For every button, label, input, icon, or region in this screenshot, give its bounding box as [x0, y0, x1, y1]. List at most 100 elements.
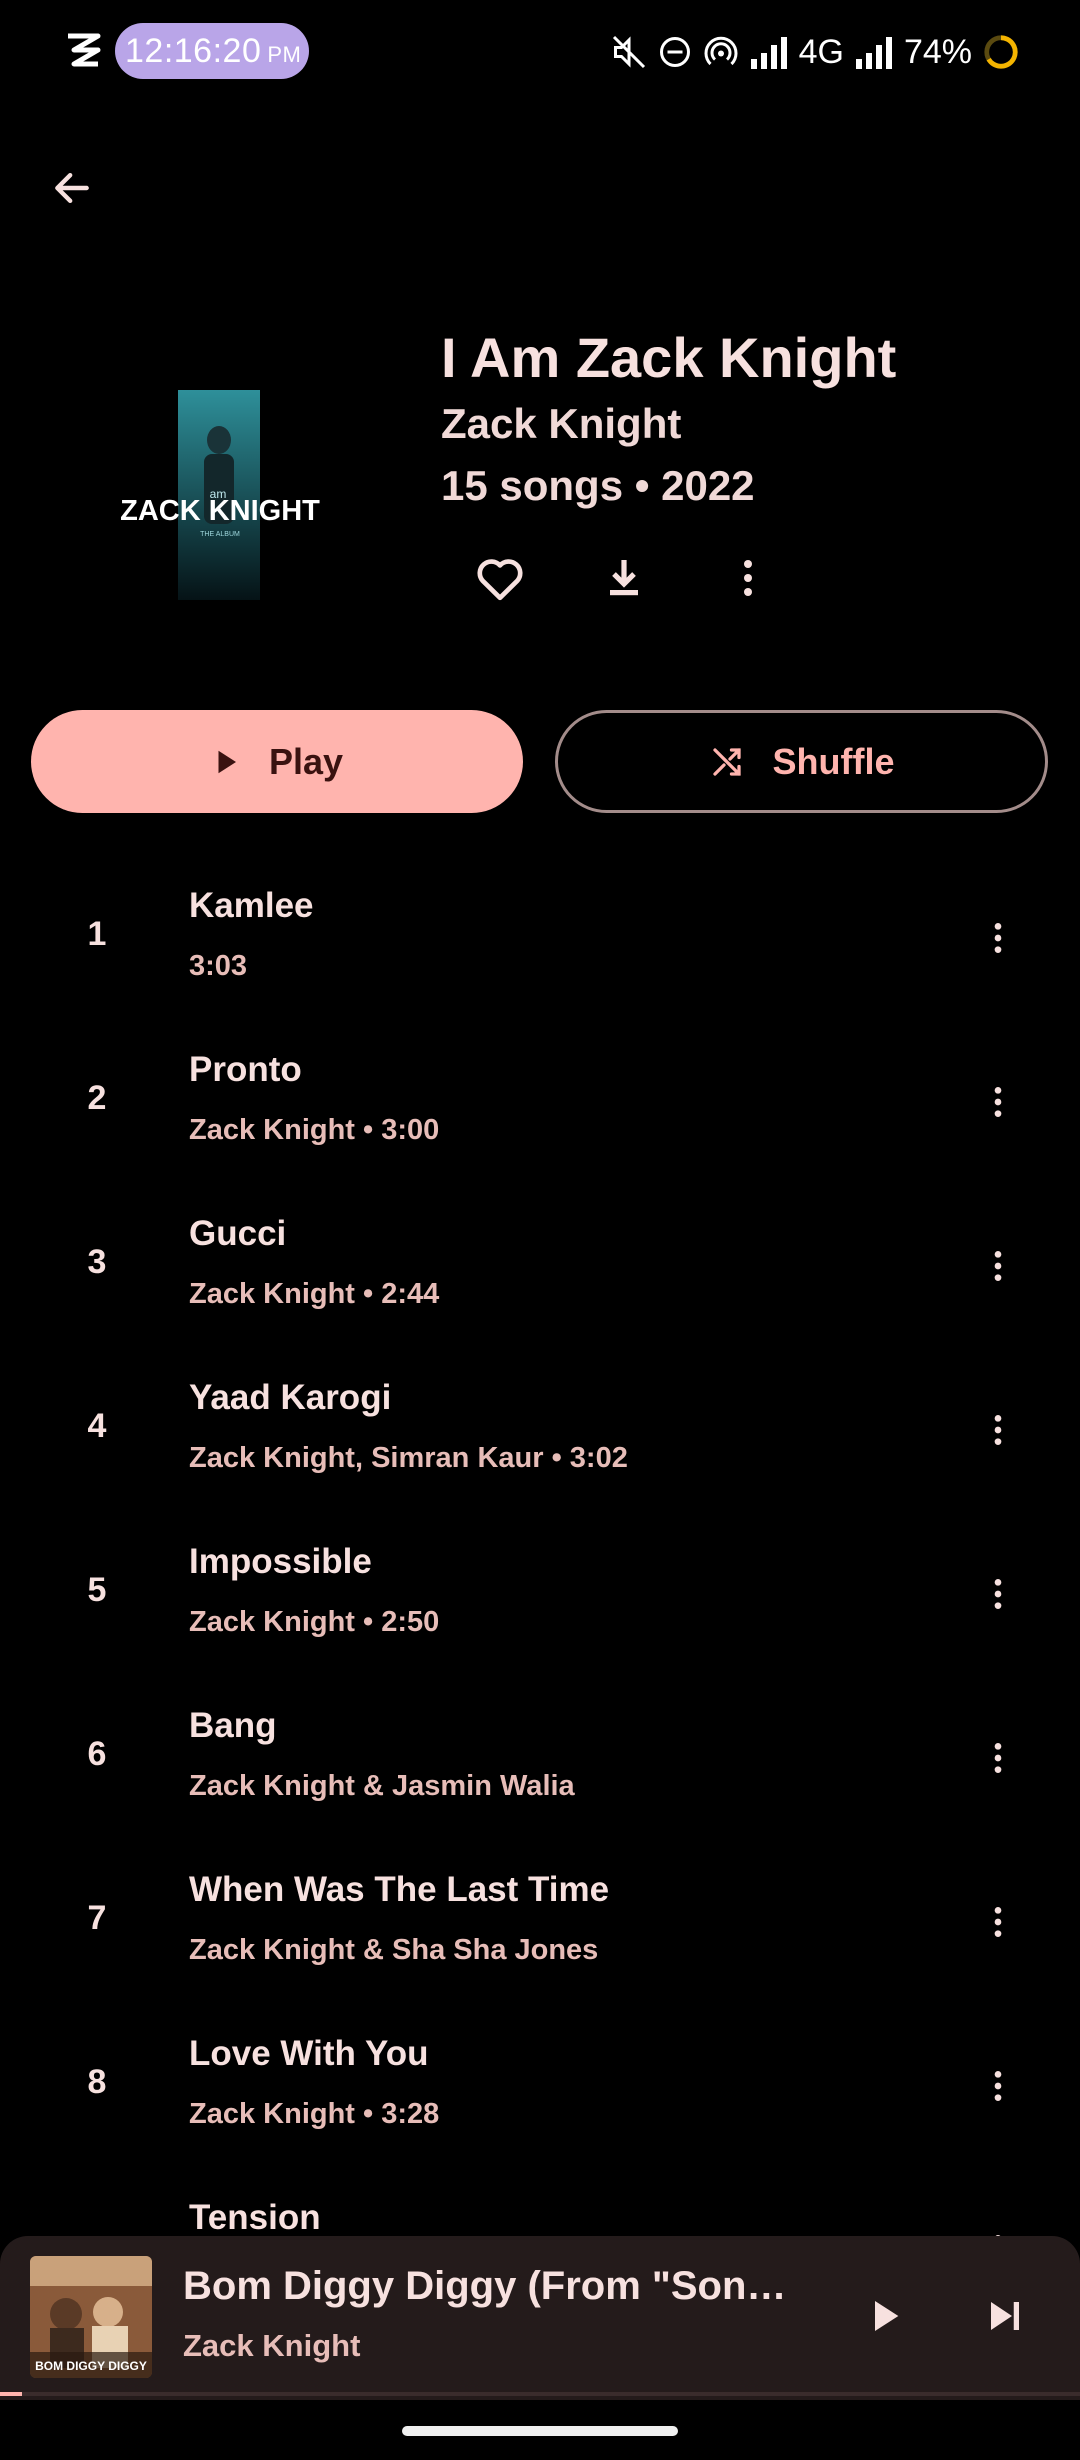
shuffle-icon	[712, 747, 741, 776]
mini-player-progress[interactable]	[0, 2392, 1080, 2396]
signal-icon-2	[855, 37, 892, 69]
track-more-button[interactable]	[970, 2220, 1026, 2236]
track-list: 1 Kamlee 3:03 2 Pronto Zack Knight • 3:0…	[0, 856, 1080, 2236]
track-title: Tension	[189, 2198, 321, 2236]
more-vert-icon	[744, 560, 752, 596]
mini-art-image: BOM DIGGY DIGGY	[30, 2256, 152, 2378]
more-vert-icon	[994, 2071, 1002, 2101]
track-subtitle: Zack Knight, Simran Kaur • 3:02	[189, 1442, 628, 1474]
shuffle-button[interactable]: Shuffle	[555, 710, 1048, 813]
track-row[interactable]: 7 When Was The Last Time Zack Knight & S…	[0, 1840, 1080, 2004]
track-subtitle: Zack Knight • 2:44	[189, 1278, 440, 1310]
battery-saver-icon	[984, 35, 1018, 69]
track-number: 7	[87, 1899, 107, 1937]
track-row[interactable]: 8 Love With You Zack Knight • 3:28	[0, 2004, 1080, 2168]
track-number: 3	[87, 1243, 107, 1281]
play-button[interactable]: Play	[31, 710, 523, 813]
mini-art-text: BOM DIGGY DIGGY	[35, 2359, 147, 2373]
track-subtitle: Zack Knight • 3:28	[189, 2098, 440, 2130]
album-art-subtitle: THE ALBUM	[200, 531, 240, 538]
shuffle-label: Shuffle	[772, 740, 895, 782]
track-row[interactable]: 5 Impossible Zack Knight • 2:50	[0, 1512, 1080, 1676]
track-title: Impossible	[189, 1542, 372, 1581]
track-more-button[interactable]	[970, 1236, 1026, 1296]
mini-player-title: Bom Diggy Diggy (From "Son…	[183, 2264, 787, 2308]
album-meta: 15 songs • 2022	[441, 462, 755, 509]
track-subtitle: Zack Knight • 3:00	[189, 1114, 440, 1146]
album-art-title: ZACK KNIGHT	[120, 495, 320, 527]
network-type: 4G	[798, 32, 844, 71]
album-art: am ZACK KNIGHT THE ALBUM	[100, 370, 340, 630]
track-number: 5	[87, 1571, 107, 1609]
more-vert-icon	[994, 1251, 1002, 1281]
more-vert-icon	[994, 1907, 1002, 1937]
more-vert-icon	[994, 1743, 1002, 1773]
hotspot-icon	[704, 36, 738, 66]
track-subtitle: 3:03	[189, 950, 248, 982]
battery-percent: 74%	[903, 32, 972, 71]
more-vert-icon	[994, 923, 1002, 953]
album-actions	[470, 548, 778, 608]
track-more-button[interactable]	[970, 1564, 1026, 1624]
signal-icon	[750, 37, 787, 69]
track-title: Yaad Karogi	[189, 1378, 392, 1417]
track-subtitle: Zack Knight • 2:50	[189, 1606, 440, 1638]
status-bar: 12:16:20 PM 4G 74%	[0, 0, 1080, 100]
track-title: When Was The Last Time	[189, 1870, 610, 1909]
skip-next-icon	[991, 2302, 1019, 2330]
track-row[interactable]: Tension	[0, 2168, 1080, 2236]
track-number: 1	[87, 915, 107, 953]
app-logo-icon	[68, 33, 101, 67]
mini-player-art: BOM DIGGY DIGGY	[30, 2256, 152, 2378]
track-title: Bang	[189, 1706, 277, 1745]
track-row[interactable]: 4 Yaad Karogi Zack Knight, Simran Kaur •…	[0, 1348, 1080, 1512]
track-subtitle: Zack Knight & Sha Sha Jones	[189, 1934, 599, 1966]
track-row[interactable]: 6 Bang Zack Knight & Jasmin Walia	[0, 1676, 1080, 1840]
track-title: Pronto	[189, 1050, 302, 1089]
mini-next-button[interactable]	[975, 2286, 1035, 2346]
track-more-button[interactable]	[970, 1400, 1026, 1460]
mute-icon	[612, 35, 645, 69]
album-more-button[interactable]	[718, 548, 778, 608]
track-subtitle: Zack Knight & Jasmin Walia	[189, 1770, 575, 1802]
mini-player-artist: Zack Knight	[183, 2328, 361, 2363]
status-time: 12:16:20 PM	[115, 23, 309, 79]
heart-icon	[477, 559, 523, 601]
track-row[interactable]: 1 Kamlee 3:03	[0, 856, 1080, 1020]
more-vert-icon	[994, 1579, 1002, 1609]
track-title: Love With You	[189, 2034, 429, 2073]
play-icon	[218, 750, 236, 773]
back-button[interactable]	[44, 160, 100, 216]
status-time-value: 12:16:20	[125, 32, 262, 70]
mini-play-button[interactable]	[855, 2286, 915, 2346]
like-button[interactable]	[470, 548, 530, 608]
play-icon	[875, 2301, 899, 2331]
track-more-button[interactable]	[970, 1072, 1026, 1132]
track-number: 6	[87, 1735, 107, 1773]
more-vert-icon	[994, 1087, 1002, 1117]
more-vert-icon	[994, 1415, 1002, 1445]
track-more-button[interactable]	[970, 908, 1026, 968]
track-more-button[interactable]	[970, 1728, 1026, 1788]
track-number: 8	[87, 2063, 107, 2101]
download-button[interactable]	[594, 548, 654, 608]
mini-player-progress-fill	[0, 2392, 22, 2396]
status-ampm: PM	[267, 42, 302, 67]
track-row[interactable]: 2 Pronto Zack Knight • 3:00	[0, 1020, 1080, 1184]
album-artist[interactable]: Zack Knight	[441, 400, 681, 448]
track-more-button[interactable]	[970, 2056, 1026, 2116]
track-number: 4	[87, 1407, 107, 1445]
track-title: Gucci	[189, 1214, 287, 1253]
mini-player[interactable]: BOM DIGGY DIGGY Bom Diggy Diggy (From "S…	[0, 2236, 1080, 2400]
home-indicator[interactable]	[402, 2426, 678, 2436]
track-row[interactable]: 3 Gucci Zack Knight • 2:44	[0, 1184, 1080, 1348]
track-title: Kamlee	[189, 886, 314, 925]
download-icon	[610, 560, 638, 596]
track-number: 2	[87, 1079, 107, 1117]
album-title: I Am Zack Knight	[441, 326, 897, 389]
status-icons: 4G 74%	[611, 24, 1020, 80]
play-label: Play	[268, 740, 344, 782]
track-more-button[interactable]	[970, 1892, 1026, 1952]
album-art-image: am ZACK KNIGHT THE ALBUM	[100, 370, 340, 630]
arrow-back-icon	[55, 172, 89, 204]
